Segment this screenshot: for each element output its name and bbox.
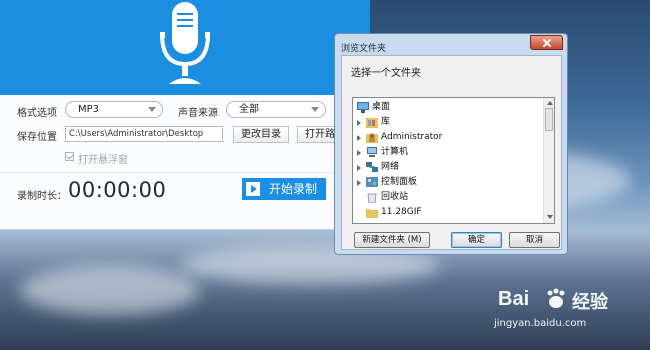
dialog-body: 选择一个文件夹 桌面 库 Administrator 计算机 网络 控制面板 回… [341, 55, 562, 250]
scroll-down-icon[interactable] [547, 215, 553, 219]
start-recording-label: 开始录制 [269, 182, 318, 196]
close-button[interactable] [530, 35, 563, 50]
save-location-label: 保存位置 [17, 132, 57, 143]
tree-item-library[interactable]: 库 [353, 115, 543, 130]
watermark-url: jingyan.baidu.com [494, 318, 587, 329]
tree-item-control-panel[interactable]: 控制面板 [353, 175, 543, 190]
floating-window-checkbox[interactable] [65, 152, 74, 161]
tree-item-label: 桌面 [372, 100, 391, 115]
watermark-brand-suffix: 经验 [572, 292, 608, 313]
chevron-down-icon [148, 107, 156, 112]
tree-item-recycle-bin[interactable]: 回收站 [353, 190, 543, 205]
watermark-brand: Bai [498, 288, 530, 310]
scroll-up-icon[interactable] [547, 101, 553, 105]
format-value: MP3 [78, 104, 100, 115]
tree-item-label: 11.28GIF [381, 207, 422, 217]
new-folder-button[interactable]: 新建文件夹 (M) [354, 232, 430, 248]
tree-item-desktop[interactable]: 桌面 [353, 100, 543, 115]
expand-arrow-icon [357, 150, 361, 156]
source-value: 全部 [239, 104, 259, 115]
tree-item-computer[interactable]: 计算机 [353, 145, 543, 160]
user-folder-icon [366, 133, 378, 143]
expand-arrow-icon [357, 180, 361, 186]
change-directory-button[interactable]: 更改目录 [233, 126, 289, 143]
cloud [20, 265, 200, 315]
recorder-window: 格式选项 MP3 声音来源 全部 保存位置 C:\Users\Administr… [0, 0, 370, 230]
dialog-prompt: 选择一个文件夹 [351, 68, 421, 79]
chevron-down-icon [311, 107, 319, 112]
network-icon [366, 162, 378, 172]
divider [0, 172, 370, 173]
desktop-icon [357, 102, 369, 113]
expand-arrow-icon [357, 135, 361, 141]
start-recording-button[interactable]: 开始录制 [242, 178, 326, 200]
expand-arrow-icon [357, 120, 361, 126]
ok-button[interactable]: 确定 [451, 232, 502, 248]
tree-scrollbar[interactable] [543, 98, 554, 223]
cancel-button[interactable]: 取消 [509, 232, 560, 248]
tree-item-label: 回收站 [381, 192, 409, 202]
tree-item-11-28gif[interactable]: 11.28GIF [353, 205, 543, 220]
folder-tree[interactable]: 桌面 库 Administrator 计算机 网络 控制面板 回收站 11.28… [352, 97, 555, 224]
format-select[interactable]: MP3 [65, 101, 163, 118]
recycle-bin-icon [367, 193, 377, 203]
floating-window-label: 打开悬浮窗 [78, 155, 128, 166]
tree-item-label: 网络 [381, 162, 400, 172]
tree-item-administrator[interactable]: Administrator [353, 130, 543, 145]
tree-item-label: 控制面板 [381, 177, 418, 187]
dialog-title: 浏览文件夹 [341, 44, 387, 54]
duration-label: 录制时长： [17, 191, 67, 202]
format-label: 格式选项 [17, 108, 57, 119]
save-path-field[interactable]: C:\Users\Administrator\Desktop [65, 126, 223, 142]
tree-item-network[interactable]: 网络 [353, 160, 543, 175]
recorder-header [0, 0, 370, 95]
paw-logo-icon [547, 288, 565, 308]
tree-item-label: 计算机 [381, 147, 409, 157]
control-panel-icon [366, 177, 378, 187]
microphone-icon [160, 2, 210, 84]
library-icon [366, 118, 378, 128]
tree-item-label: Administrator [381, 132, 443, 142]
expand-arrow-icon [357, 165, 361, 171]
source-select[interactable]: 全部 [226, 101, 326, 118]
record-timer: 00:00:00 [68, 178, 167, 202]
play-icon [246, 182, 260, 196]
computer-icon [367, 147, 377, 157]
source-label: 声音来源 [178, 108, 218, 119]
browse-folder-dialog: 浏览文件夹 选择一个文件夹 桌面 库 Administrator 计算机 网络 … [334, 33, 568, 255]
folder-icon [366, 209, 378, 218]
tree-item-label: 库 [381, 117, 391, 127]
scroll-thumb[interactable] [545, 108, 553, 131]
